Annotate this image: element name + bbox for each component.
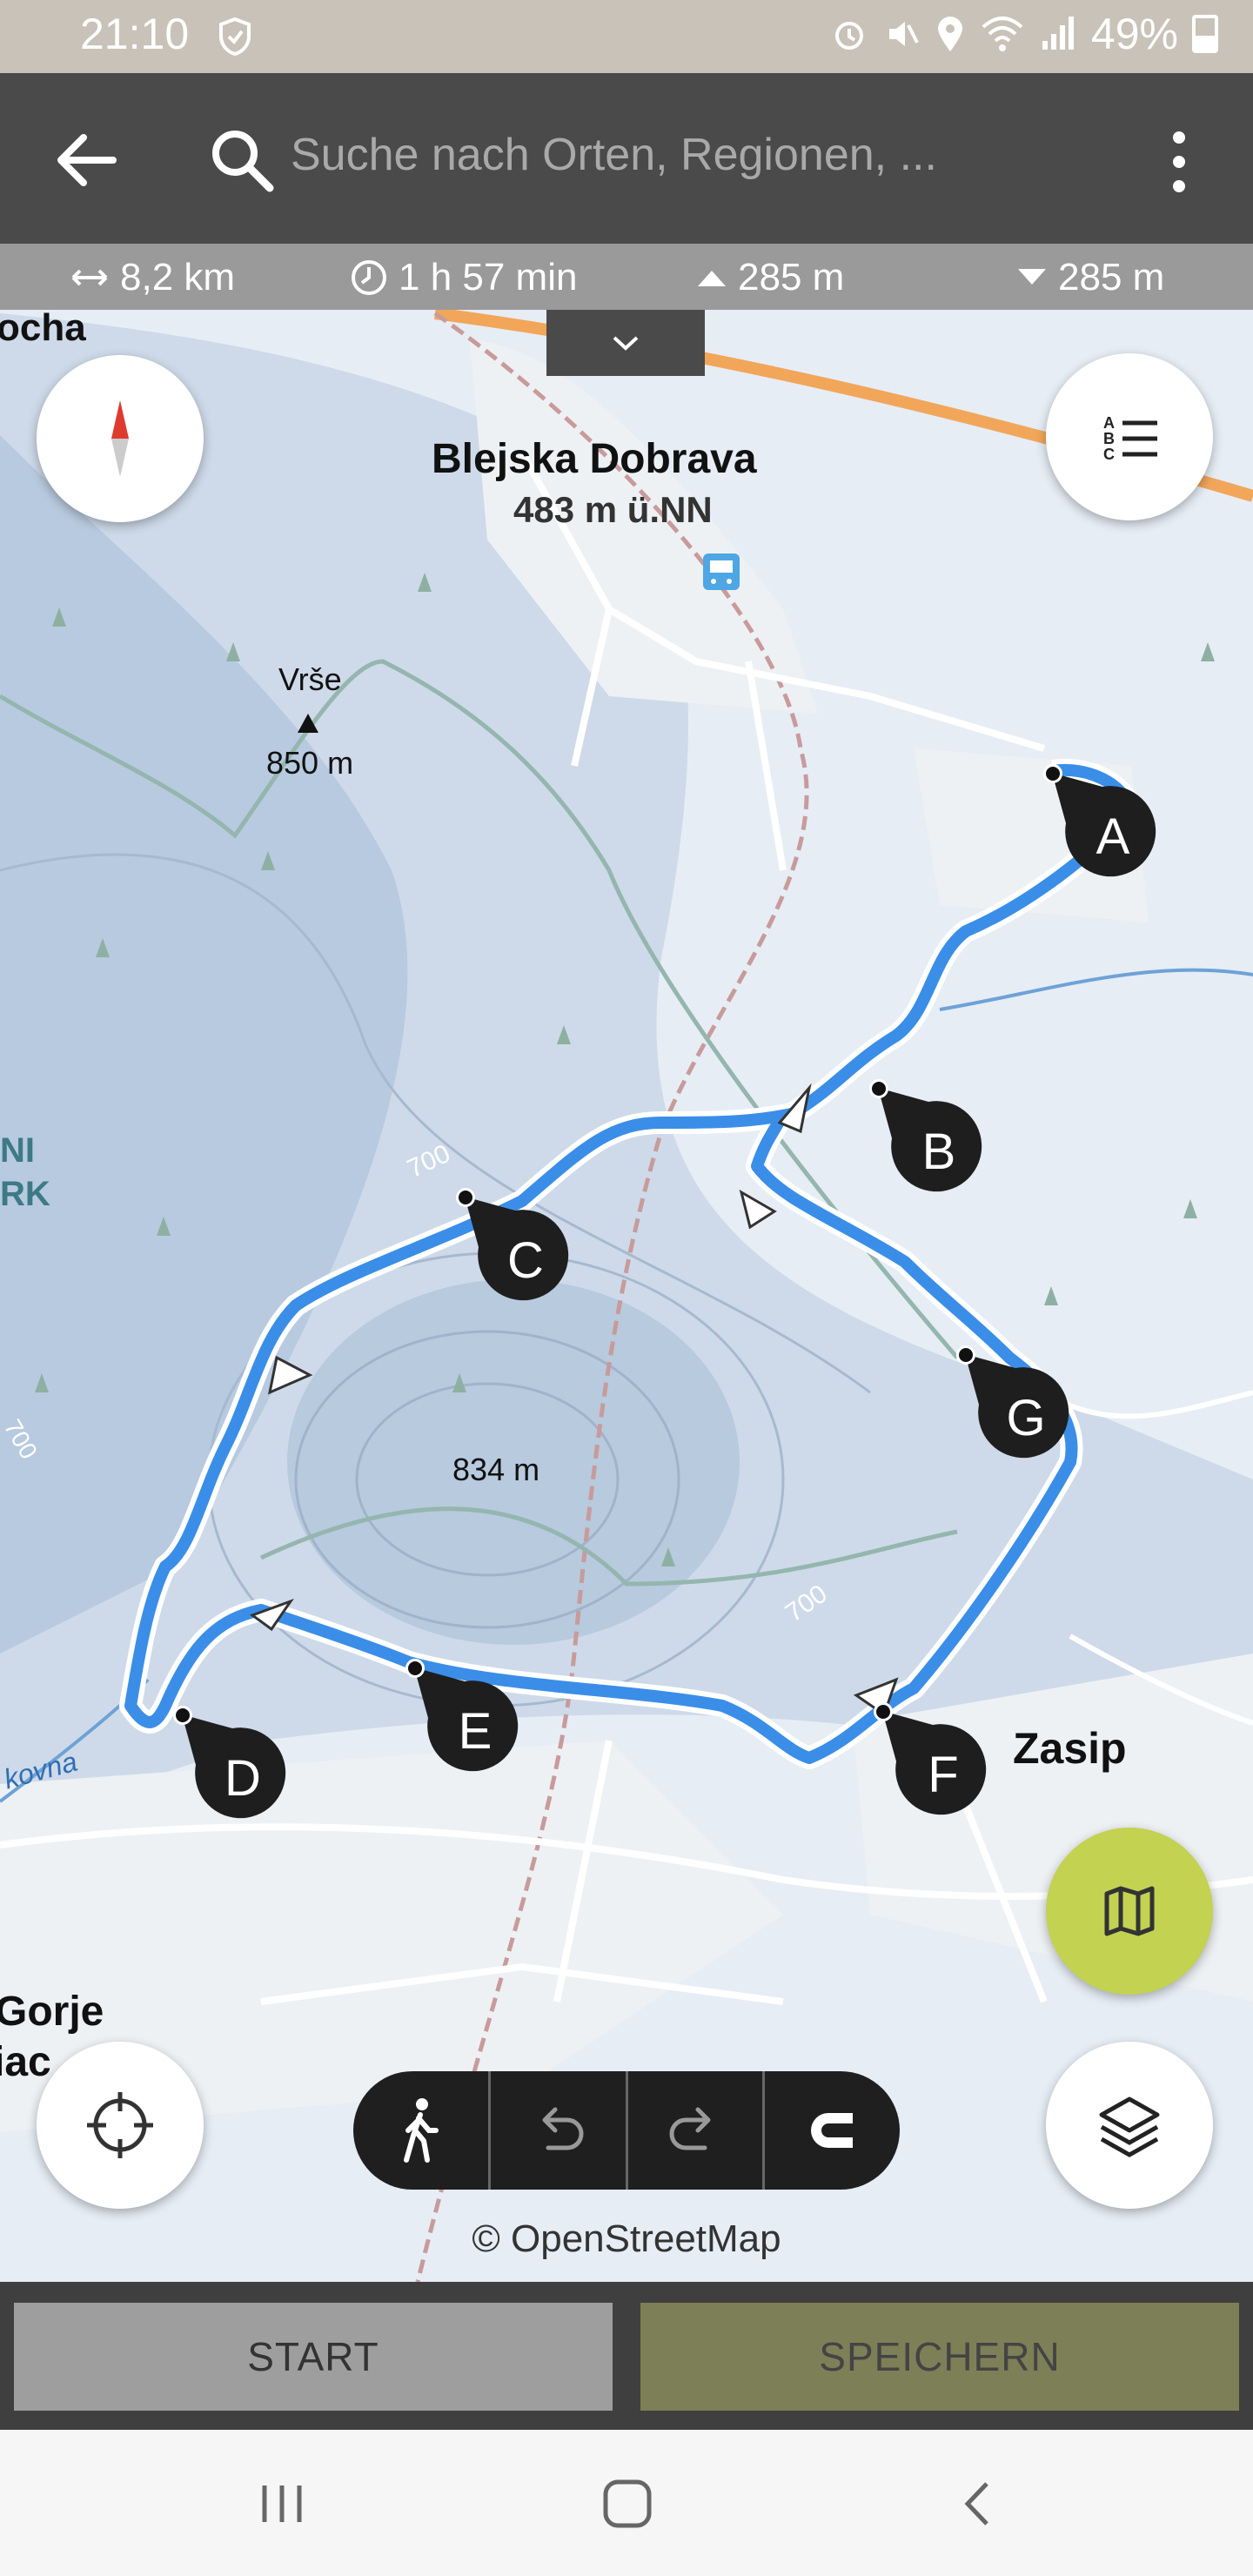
edge-label: ocha [0,310,86,349]
start-button[interactable]: START [14,2303,613,2411]
waypoint-marker-g[interactable]: G [956,1345,1069,1459]
redo-button[interactable] [628,2071,766,2190]
top-app-bar: Suche nach Orten, Regionen, ... [0,73,1253,244]
undo-icon [542,2107,584,2150]
hiker-icon [404,2098,439,2163]
save-button[interactable]: SPEICHERN [640,2303,1239,2411]
clock-icon [352,260,386,295]
snap-to-path-button[interactable] [765,2071,900,2190]
waypoint-label: D [224,1750,261,1807]
place-label-blejska-dobrava: Blejska Dobrava [432,436,757,482]
redo-icon [669,2107,711,2150]
magnet-icon [810,2113,853,2148]
svg-text:C: C [1103,446,1115,463]
waypoint-dot [956,1345,975,1365]
map-fold-icon [1104,1886,1155,1936]
distance-icon [71,269,108,286]
map-attribution[interactable]: © OpenStreetMap [0,2217,1253,2261]
distance-stat: 8,2 km [70,256,235,299]
search-input[interactable]: Suche nach Orten, Regionen, ... [291,129,937,181]
train-station-icon [703,553,740,590]
compass-button[interactable] [37,355,204,522]
waypoint-marker-e[interactable]: E [405,1659,519,1772]
place-label-zasip: Zasip [1013,1724,1127,1773]
edge-label: NI [0,1131,35,1170]
collapse-stats-tab[interactable] [546,310,705,376]
svg-text:B: B [1103,430,1115,447]
back-arrow-icon[interactable] [52,125,122,195]
battery-percent: 49% [1090,10,1178,58]
descent-value: 285 m [1058,256,1165,299]
compass-icon [111,400,129,477]
abc-list-icon: ABC [1103,414,1157,463]
ascent-stat: 285 m [696,256,844,299]
descent-icon [1018,269,1046,285]
place-label-vrse: Vrše [278,661,342,697]
waypoint-label: B [921,1124,956,1180]
chevron-down-icon [613,336,639,351]
nav-back-icon[interactable] [948,2473,1009,2534]
ascent-icon [698,271,726,286]
duration-value: 1 h 57 min [399,256,578,299]
alarm-icon [834,22,863,50]
crosshair-icon [87,2092,153,2158]
waypoint-dot [456,1188,475,1207]
svg-text:A: A [1103,414,1115,432]
battery-icon [1192,15,1218,53]
waypoint-marker-a[interactable]: A [1043,764,1156,877]
search-icon[interactable] [209,125,275,195]
waypoint-dot [874,1702,893,1721]
ascent-value: 285 m [738,256,845,299]
system-nav-bar [0,2430,1253,2576]
peak-elevation-834: 834 m [452,1452,540,1487]
status-icons: 49% [830,9,1218,59]
my-location-button[interactable] [37,2042,204,2209]
distance-value: 8,2 km [120,256,236,299]
waypoint-label: C [507,1232,544,1289]
waypoint-marker-f[interactable]: F [874,1702,987,1815]
status-bar: 21:10 49% [0,0,1253,73]
peak-elevation-vrse: 850 m [266,745,354,781]
edge-label: RK [0,1175,50,1213]
duration-stat: 1 h 57 min [350,256,577,299]
map-view[interactable]: Blejska Dobrava 483 m ü.NN Vrše 850 m Za… [0,310,1253,2282]
edge-label: Gorje [0,1989,104,2035]
planner-map-button[interactable] [1046,1828,1213,1995]
recent-apps-icon[interactable] [252,2473,313,2534]
mute-icon [888,22,919,46]
activity-walk-button[interactable] [353,2071,491,2190]
home-icon[interactable] [597,2473,658,2534]
bottom-action-bar: START SPEICHERN [0,2282,1253,2430]
route-edit-toolbar [353,2071,900,2190]
waypoint-list-button[interactable]: ABC [1046,353,1213,520]
waypoint-label: F [928,1747,959,1803]
status-time: 21:10 [80,10,190,58]
waypoint-marker-c[interactable]: C [456,1188,569,1301]
route-stats-bar: 8,2 km 1 h 57 min 285 m 285 m [0,244,1253,310]
waypoint-dot [405,1659,425,1678]
signal-icon [1042,17,1074,50]
waypoint-label: G [1006,1390,1046,1446]
location-icon [937,17,962,51]
waypoint-label: A [1096,808,1130,865]
waypoint-label: E [458,1703,492,1760]
undo-button[interactable] [491,2071,628,2190]
map-layers-button[interactable] [1046,2042,1213,2209]
waypoint-marker-d[interactable]: D [173,1706,286,1819]
place-elevation-blejska-dobrava: 483 m ü.NN [513,489,713,530]
wifi-icon [982,17,1023,51]
waypoint-dot [869,1079,888,1098]
waypoint-dot [173,1706,192,1725]
waypoint-dot [1043,764,1062,783]
waypoint-marker-b[interactable]: B [869,1079,982,1192]
layers-icon [1099,2096,1160,2157]
more-options-icon[interactable] [1157,129,1201,195]
descent-stat: 285 m [1016,256,1164,299]
shield-icon [219,17,251,57]
